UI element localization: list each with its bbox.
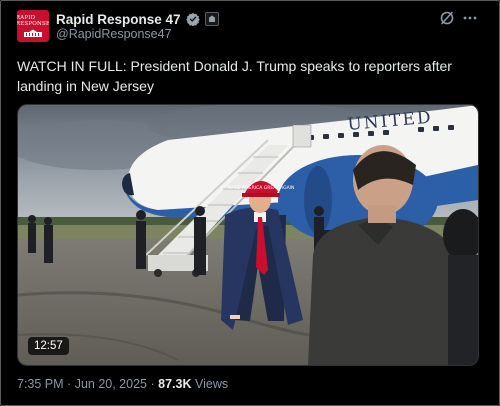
post-time[interactable]: 7:35 PM <box>17 377 64 391</box>
meta-separator: · <box>150 377 155 391</box>
video-duration: 12:57 <box>28 337 69 355</box>
video-thumbnail[interactable]: UNITED MAKE AMERICA GREAT AGAIN <box>18 105 478 365</box>
post-date[interactable]: Jun 20, 2025 <box>75 377 147 391</box>
meta-separator: · <box>67 377 72 391</box>
post-meta: 7:35 PM · Jun 20, 2025 · 87.3K Views <box>17 377 228 391</box>
views-count[interactable]: 87.3K <box>158 377 191 391</box>
more-options-icon[interactable] <box>462 10 478 26</box>
hat-text: MAKE AMERICA GREAT AGAIN <box>228 185 295 191</box>
grok-icon[interactable] <box>439 10 455 26</box>
display-name[interactable]: Rapid Response 47 <box>56 12 181 27</box>
account-name-row: Rapid Response 47 <box>56 10 219 28</box>
post-text: WATCH IN FULL: President Donald J. Trump… <box>17 58 452 94</box>
verified-check-icon <box>185 12 200 26</box>
white-house-icon <box>24 29 42 37</box>
views-label: Views <box>194 377 229 391</box>
government-badge-icon <box>204 12 219 26</box>
avatar[interactable]: RAPID RESPONSE <box>17 10 49 42</box>
video-player[interactable]: UNITED MAKE AMERICA GREAT AGAIN <box>17 104 479 366</box>
account-handle[interactable]: @RapidResponse47 <box>56 27 172 41</box>
avatar-logo-text: RAPID RESPONSE <box>17 15 49 27</box>
